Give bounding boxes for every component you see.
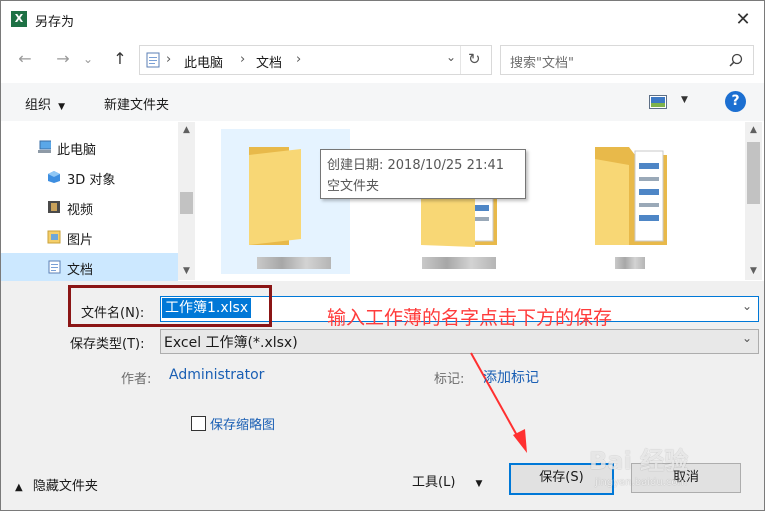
sidebar-item-label: 文档: [67, 263, 94, 278]
organize-menu[interactable]: 组织 ▼: [25, 94, 65, 113]
sidebar-item-pictures[interactable]: 图片: [1, 223, 178, 251]
3d-objects-icon: [48, 171, 60, 183]
chevron-up-icon: ▲: [15, 482, 23, 493]
filename-dropdown-icon[interactable]: ⌄: [742, 299, 752, 313]
window-title: 另存为: [35, 15, 75, 30]
folder-icon: [249, 147, 301, 245]
folder-tooltip: 创建日期: 2018/10/25 21:41 空文件夹: [320, 149, 526, 199]
divider: [460, 46, 461, 74]
filetype-label: 保存类型(T):: [70, 337, 145, 352]
address-dropdown-icon[interactable]: ⌄: [446, 50, 456, 64]
tools-menu[interactable]: 工具(L) ▼: [412, 471, 482, 490]
computer-icon: [38, 140, 51, 153]
sidebar-item-this-pc[interactable]: 此电脑: [1, 133, 178, 161]
search-field[interactable]: 搜索"文档": [500, 45, 754, 75]
content-scrollbar[interactable]: ▲ ▼: [745, 122, 762, 280]
navigation-pane: 此电脑 3D 对象 视频 图片 文档: [1, 122, 178, 281]
folder-with-files-icon: [595, 147, 667, 245]
sidebar-item-documents[interactable]: 文档: [1, 253, 178, 281]
tooltip-created-date: 创建日期: 2018/10/25 21:41: [327, 158, 505, 173]
pictures-icon: [47, 230, 61, 244]
folder-name-blurred: [257, 257, 331, 269]
scroll-up-icon[interactable]: ▲: [745, 122, 762, 139]
chevron-right-icon: ›: [296, 52, 302, 67]
close-button[interactable]: ✕: [726, 5, 760, 35]
search-input-placeholder: 搜索"文档": [510, 56, 574, 71]
address-bar[interactable]: › 此电脑 › 文档 › ⌄ ↻: [139, 45, 492, 75]
documents-location-icon: [146, 52, 160, 68]
tools-label: 工具(L): [412, 475, 456, 490]
baidu-watermark-url: jingyan.baidu.com: [595, 477, 688, 488]
change-view-icon[interactable]: [649, 95, 667, 109]
author-label: 作者:: [121, 372, 152, 387]
tags-label: 标记:: [434, 372, 465, 387]
hide-folders-label: 隐藏文件夹: [32, 479, 98, 494]
video-icon: [48, 201, 60, 213]
scroll-down-icon[interactable]: ▼: [178, 263, 195, 280]
documents-icon: [48, 260, 61, 274]
chevron-down-icon: ▼: [58, 102, 66, 112]
hide-folders-button[interactable]: ▲ 隐藏文件夹: [15, 475, 98, 494]
add-tags-link[interactable]: 添加标记: [483, 367, 539, 387]
filetype-select[interactable]: Excel 工作簿(*.xlsx) ⌄: [160, 329, 759, 354]
navigation-scrollbar[interactable]: ▲ ▼: [178, 122, 195, 280]
author-value[interactable]: Administrator: [169, 367, 264, 383]
sidebar-item-label: 视频: [67, 203, 94, 218]
tooltip-folder-type: 空文件夹: [327, 179, 380, 194]
sidebar-item-label: 3D 对象: [67, 173, 116, 188]
up-button[interactable]: ↑: [108, 47, 132, 71]
excel-icon: X: [11, 11, 27, 27]
help-icon[interactable]: ?: [725, 91, 746, 112]
folder-name-blurred: [615, 257, 645, 269]
sidebar-item-videos[interactable]: 视频: [1, 193, 178, 221]
breadcrumb-documents[interactable]: 文档: [256, 52, 282, 71]
organize-label: 组织: [25, 98, 52, 113]
annotation-highlight-box: [68, 285, 272, 327]
chevron-right-icon: ›: [166, 52, 172, 67]
baidu-watermark: Bai 经验: [589, 447, 689, 475]
save-as-dialog: X 另存为 ✕ ← → ⌄ ↑ › 此电脑 › 文档 › ⌄ ↻ 搜索"文档" …: [0, 0, 765, 511]
filetype-selected-value: Excel 工作簿(*.xlsx): [164, 335, 298, 351]
title-bar: X 另存为 ✕: [1, 1, 764, 39]
sidebar-item-label: 图片: [67, 233, 94, 248]
recent-locations-dropdown[interactable]: ⌄: [81, 47, 95, 71]
save-thumbnail-label[interactable]: 保存缩略图: [210, 414, 275, 433]
back-button[interactable]: ←: [13, 47, 37, 71]
refresh-icon[interactable]: ↻: [468, 50, 481, 68]
filetype-dropdown-icon[interactable]: ⌄: [742, 331, 752, 345]
annotation-text: 输入工作薄的名字点击下方的保存: [327, 307, 613, 329]
view-dropdown-icon[interactable]: ▼: [681, 95, 688, 105]
new-folder-button[interactable]: 新建文件夹: [104, 94, 169, 113]
sidebar-item-3d-objects[interactable]: 3D 对象: [1, 163, 178, 191]
search-icon[interactable]: [729, 53, 743, 67]
forward-button[interactable]: →: [51, 47, 75, 71]
chevron-right-icon: ›: [240, 52, 246, 67]
breadcrumb-this-pc[interactable]: 此电脑: [184, 52, 223, 71]
scroll-down-icon[interactable]: ▼: [745, 263, 762, 280]
scrollbar-thumb[interactable]: [747, 142, 760, 204]
folder-name-blurred: [422, 257, 496, 269]
save-thumbnail-checkbox[interactable]: [191, 416, 206, 431]
sidebar-item-label: 此电脑: [57, 143, 97, 158]
chevron-down-icon: ▼: [475, 479, 483, 489]
command-bar: 组织 ▼ 新建文件夹 ▼: [1, 83, 764, 121]
scroll-up-icon[interactable]: ▲: [178, 122, 195, 139]
scrollbar-thumb[interactable]: [180, 192, 193, 214]
